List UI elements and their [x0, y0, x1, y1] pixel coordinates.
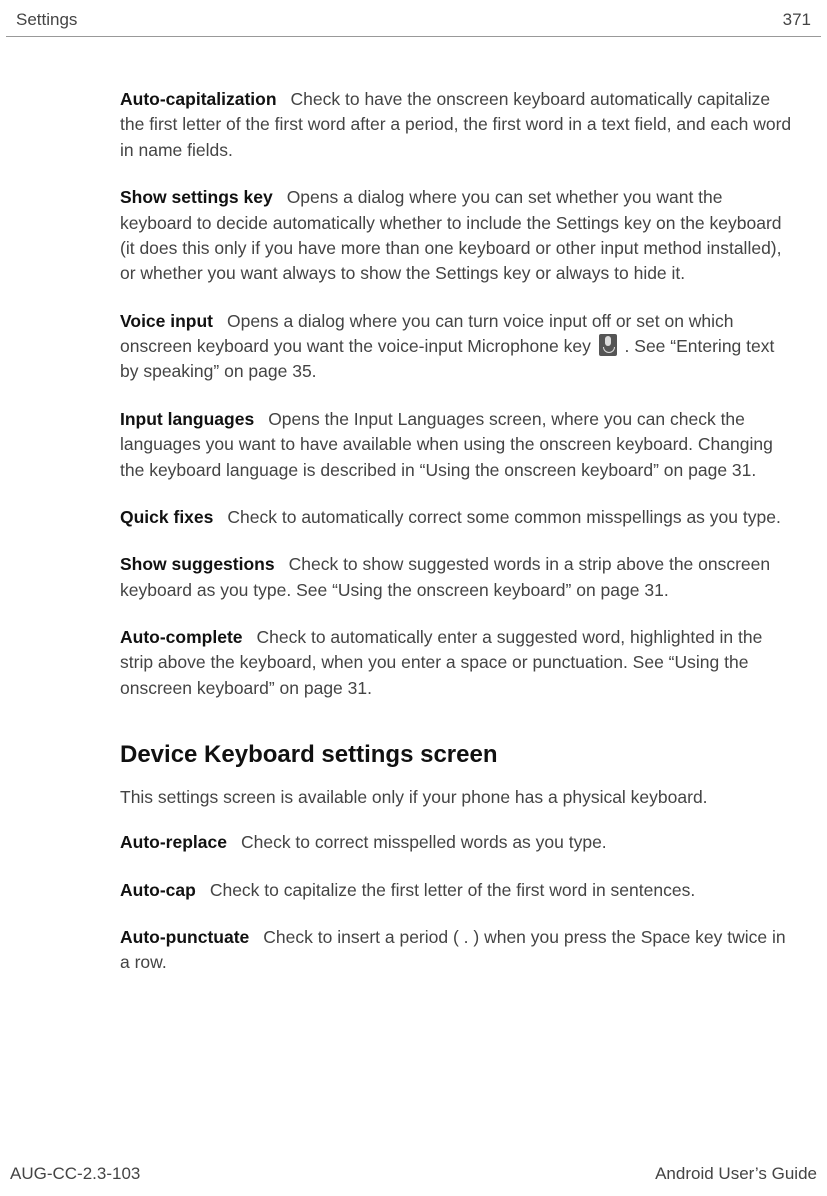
entry-voice-input: Voice inputOpens a dialog where you can …: [120, 309, 797, 385]
term-label: Input languages: [120, 409, 254, 429]
term-label: Auto-replace: [120, 832, 227, 852]
entry-quick-fixes: Quick fixes Check to automatically correc…: [120, 505, 797, 530]
entry-auto-replace: Auto-replace Check to correct misspelled …: [120, 830, 797, 855]
entry-auto-capitalization: Auto-capitalizationCheck to have the ons…: [120, 87, 797, 163]
term-label: Show suggestions: [120, 554, 275, 574]
entry-show-settings-key: Show settings keyOpens a dialog where yo…: [120, 185, 797, 287]
entry-input-languages: Input languagesOpens the Input Languages…: [120, 407, 797, 483]
content-area: Auto-capitalizationCheck to have the ons…: [0, 37, 827, 976]
section-heading: Device Keyboard settings screen: [120, 741, 797, 769]
term-label: Auto-cap: [120, 880, 196, 900]
section-intro: This settings screen is available only i…: [120, 787, 797, 808]
page-number: 371: [783, 10, 811, 30]
footer-doc-id: AUG-CC-2.3-103: [10, 1164, 140, 1184]
term-label: Show settings key: [120, 187, 273, 207]
term-label: Voice input: [120, 311, 213, 331]
term-label: Auto-punctuate: [120, 927, 249, 947]
footer-guide-name: Android User’s Guide: [655, 1164, 817, 1184]
entry-auto-complete: Auto-completeCheck to automatically ente…: [120, 625, 797, 701]
microphone-icon: [599, 334, 617, 356]
page-footer: AUG-CC-2.3-103 Android User’s Guide: [10, 1164, 817, 1184]
header-title: Settings: [16, 10, 77, 30]
page-header: Settings 371: [6, 0, 821, 37]
term-desc: Check to correct misspelled words as you…: [241, 832, 607, 852]
entry-show-suggestions: Show suggestionsCheck to show suggested …: [120, 552, 797, 603]
term-label: Quick fixes: [120, 507, 213, 527]
term-label: Auto-complete: [120, 627, 243, 647]
entry-auto-cap: Auto-cap Check to capitalize the first le…: [120, 878, 797, 903]
term-label: Auto-capitalization: [120, 89, 277, 109]
term-desc: Check to automatically correct some comm…: [227, 507, 780, 527]
entry-auto-punctuate: Auto-punctuateCheck to insert a period (…: [120, 925, 797, 976]
term-desc: Check to capitalize the first letter of …: [210, 880, 695, 900]
